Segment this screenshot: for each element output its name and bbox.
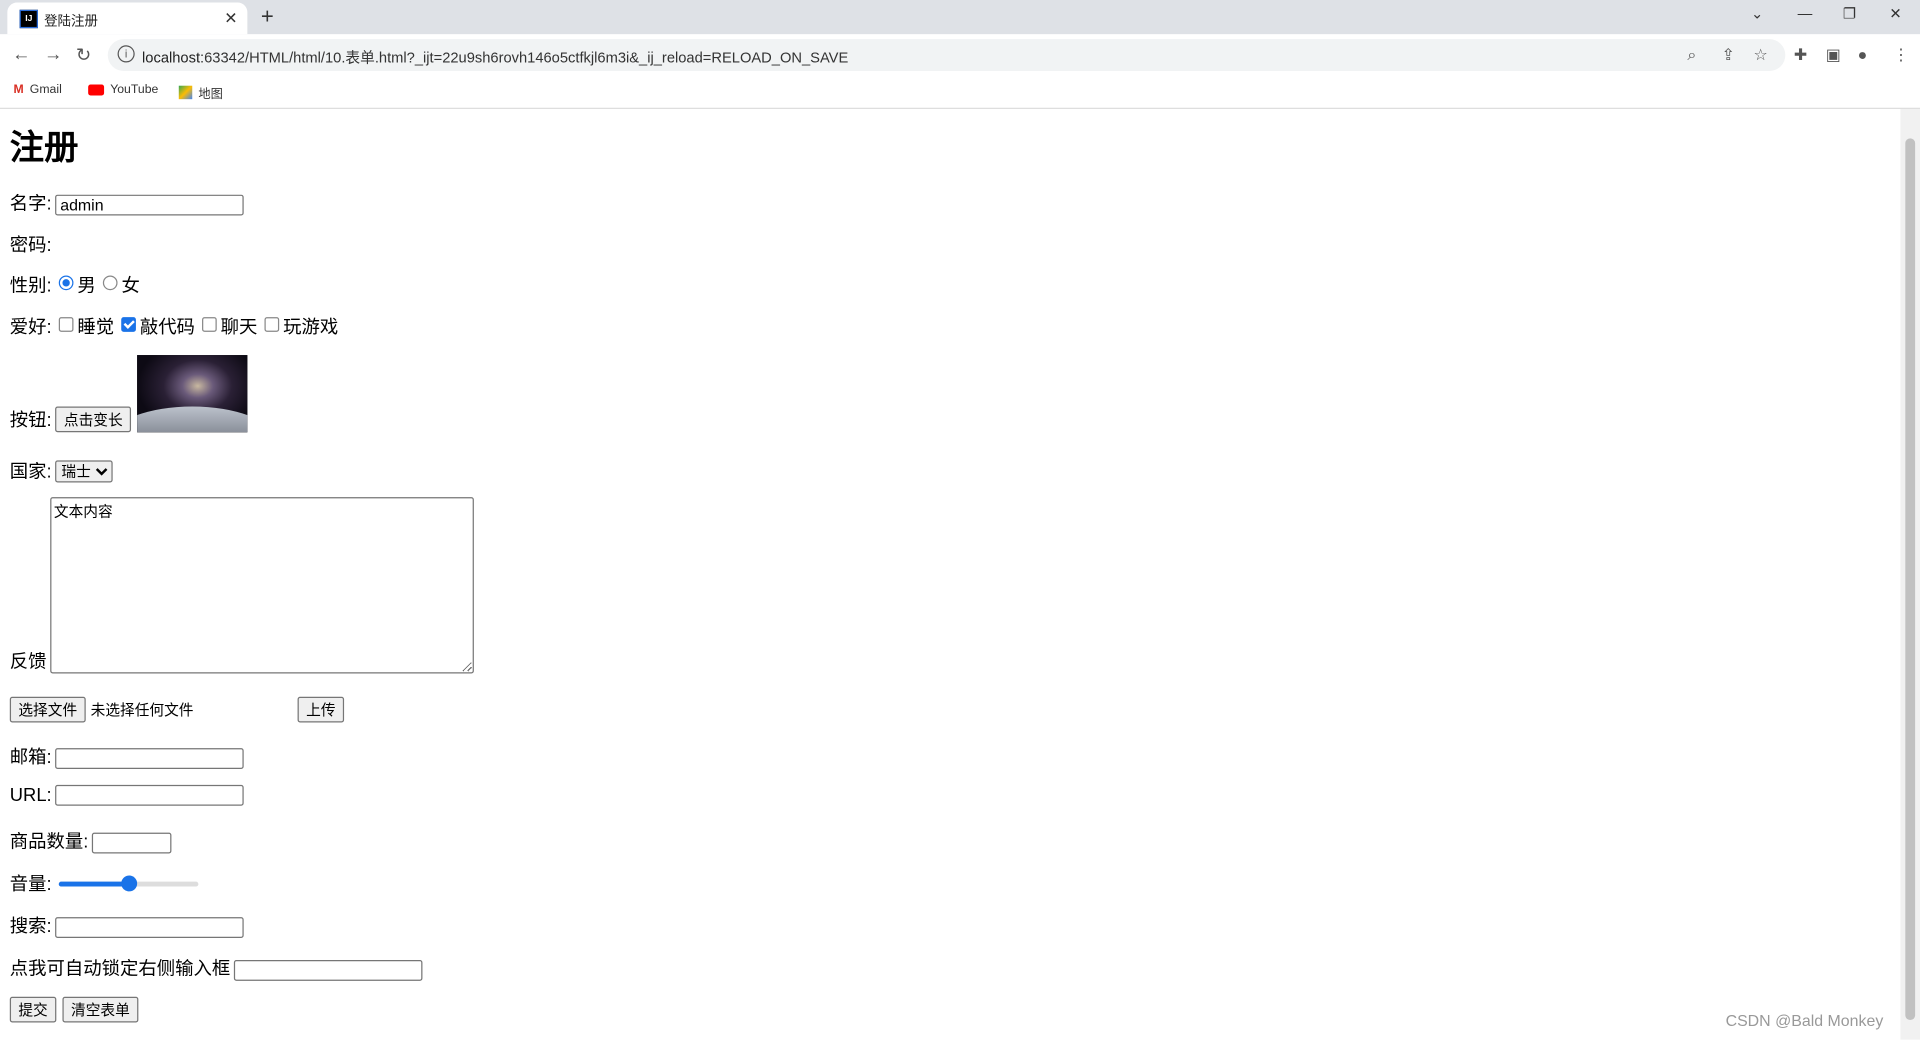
menu-icon[interactable]: ⋮ xyxy=(1893,45,1909,65)
gender-radio-male[interactable] xyxy=(58,274,74,290)
reset-button[interactable]: 清空表单 xyxy=(62,996,139,1023)
tab-bar: IJ 登陆注册 ✕ + ⌄ — ❐ ✕ xyxy=(0,0,1920,35)
slider-thumb[interactable] xyxy=(121,874,138,891)
country-label: 国家: xyxy=(9,461,52,483)
quantity-label: 商品数量: xyxy=(9,831,89,853)
country-row: 国家: 瑞士 xyxy=(10,458,113,484)
feedback-row: 反馈 文本内容 xyxy=(9,497,474,674)
email-label: 邮箱: xyxy=(9,746,52,768)
gmail-icon: M xyxy=(13,83,24,97)
extensions-icon[interactable]: ✚ xyxy=(1794,45,1807,65)
youtube-icon xyxy=(88,84,105,96)
url-input[interactable] xyxy=(55,784,244,806)
url-label: URL: xyxy=(9,784,52,806)
quantity-row: 商品数量: xyxy=(10,828,172,854)
tab-active[interactable]: IJ 登陆注册 ✕ xyxy=(7,2,248,35)
share-icon[interactable]: ⇪ xyxy=(1722,45,1735,65)
submit-button[interactable]: 提交 xyxy=(9,996,57,1023)
focus-row: 点我可自动锁定右侧输入框 xyxy=(10,955,423,981)
button-row: 按钮: 点击变长 xyxy=(9,355,248,433)
hobby-row: 爱好: 睡觉 敲代码 聊天 玩游戏 xyxy=(10,313,338,339)
volume-label: 音量: xyxy=(9,874,52,896)
quantity-input[interactable] xyxy=(92,832,172,854)
back-icon[interactable]: ← xyxy=(12,44,30,65)
lengthen-button[interactable]: 点击变长 xyxy=(55,406,132,433)
file-row: 选择文件 未选择任何文件 上传 xyxy=(9,696,345,723)
close-tab-icon[interactable]: ✕ xyxy=(224,9,237,29)
focus-label[interactable]: 点我可自动锁定右侧输入框 xyxy=(10,955,230,981)
name-input[interactable] xyxy=(55,194,244,216)
reload-icon[interactable]: ↻ xyxy=(76,44,91,66)
scrollbar[interactable] xyxy=(1900,108,1920,1040)
scrollbar-thumb[interactable] xyxy=(1905,138,1916,1021)
email-input[interactable] xyxy=(55,748,244,769)
bookmark-youtube[interactable]: YouTube xyxy=(88,83,158,97)
gender-radio-female[interactable] xyxy=(103,274,118,290)
galaxy-image-button[interactable] xyxy=(137,355,248,433)
gender-label: 性别: xyxy=(9,275,52,297)
tab-search-icon[interactable]: ⌄ xyxy=(1751,5,1763,22)
tab-title: 登陆注册 xyxy=(44,14,98,30)
hobby-label-game: 玩游戏 xyxy=(283,317,339,338)
hobby-label-chat: 聊天 xyxy=(220,317,258,338)
feedback-label: 反馈 xyxy=(9,651,47,673)
url-text: localhost:63342/HTML/html/10.表单.html?_ij… xyxy=(142,48,849,67)
name-row: 名字: xyxy=(10,190,244,216)
button-label: 按钮: xyxy=(9,410,52,432)
volume-row: 音量: xyxy=(10,871,199,897)
hobby-checkbox-chat[interactable] xyxy=(202,316,217,332)
forward-icon[interactable]: → xyxy=(44,44,62,65)
bookmark-gmail[interactable]: M Gmail xyxy=(13,83,61,96)
gender-male-label: 男 xyxy=(77,275,96,297)
upload-button[interactable]: 上传 xyxy=(297,696,345,723)
search-row: 搜索: xyxy=(10,912,244,938)
hobby-label: 爱好: xyxy=(9,317,52,338)
maps-icon xyxy=(178,85,193,100)
info-icon[interactable]: i xyxy=(117,45,135,63)
side-panel-icon[interactable]: ▣ xyxy=(1826,45,1841,65)
password-label: 密码: xyxy=(9,235,52,256)
minimize-button[interactable]: — xyxy=(1798,5,1813,22)
url-row: URL: xyxy=(9,784,244,806)
hobby-checkbox-game[interactable] xyxy=(264,316,280,332)
watermark: CSDN @Bald Monkey xyxy=(1725,1011,1884,1030)
hobby-checkbox-sleep[interactable] xyxy=(58,316,74,332)
page-content: 注册 名字: 密码: 性别: 男 女 爱好: 睡觉 敲代码 聊天 玩游戏 按钮:… xyxy=(0,109,1900,1040)
new-tab-button[interactable]: + xyxy=(261,4,274,30)
hobby-label-sleep: 睡觉 xyxy=(77,317,115,338)
restore-button[interactable]: ❐ xyxy=(1843,5,1856,22)
slider-fill xyxy=(58,881,129,886)
feedback-textarea[interactable]: 文本内容 xyxy=(50,497,474,674)
intellij-favicon-icon: IJ xyxy=(19,9,38,29)
password-row: 密码: xyxy=(10,231,52,257)
gender-row: 性别: 男 女 xyxy=(10,272,140,298)
browser-toolbar: ← → ↻ i localhost:63342/HTML/html/10.表单.… xyxy=(0,34,1920,75)
address-bar[interactable]: i localhost:63342/HTML/html/10.表单.html?_… xyxy=(107,39,1786,72)
file-status: 未选择任何文件 xyxy=(90,701,194,719)
hobby-label-code: 敲代码 xyxy=(139,317,195,338)
submit-row: 提交 清空表单 xyxy=(9,996,139,1023)
search-input[interactable] xyxy=(55,917,244,938)
gender-female-label: 女 xyxy=(121,275,140,297)
hobby-checkbox-code[interactable] xyxy=(121,316,137,332)
page-title: 注册 xyxy=(9,128,79,167)
bookmarks-bar: M Gmail YouTube 地图 xyxy=(0,74,1920,109)
profile-icon[interactable]: ● xyxy=(1858,45,1868,63)
country-select[interactable]: 瑞士 xyxy=(55,459,113,482)
star-icon[interactable]: ☆ xyxy=(1753,45,1767,65)
email-row: 邮箱: xyxy=(10,743,244,769)
choose-file-button[interactable]: 选择文件 xyxy=(9,696,86,723)
close-window-button[interactable]: ✕ xyxy=(1889,5,1901,22)
volume-slider[interactable] xyxy=(58,874,199,894)
name-label: 名字: xyxy=(9,193,52,215)
search-label: 搜索: xyxy=(9,915,52,937)
focus-input[interactable] xyxy=(233,960,423,981)
bookmark-maps[interactable]: 地图 xyxy=(178,83,223,102)
zoom-icon[interactable]: ⌕ xyxy=(1687,45,1696,65)
